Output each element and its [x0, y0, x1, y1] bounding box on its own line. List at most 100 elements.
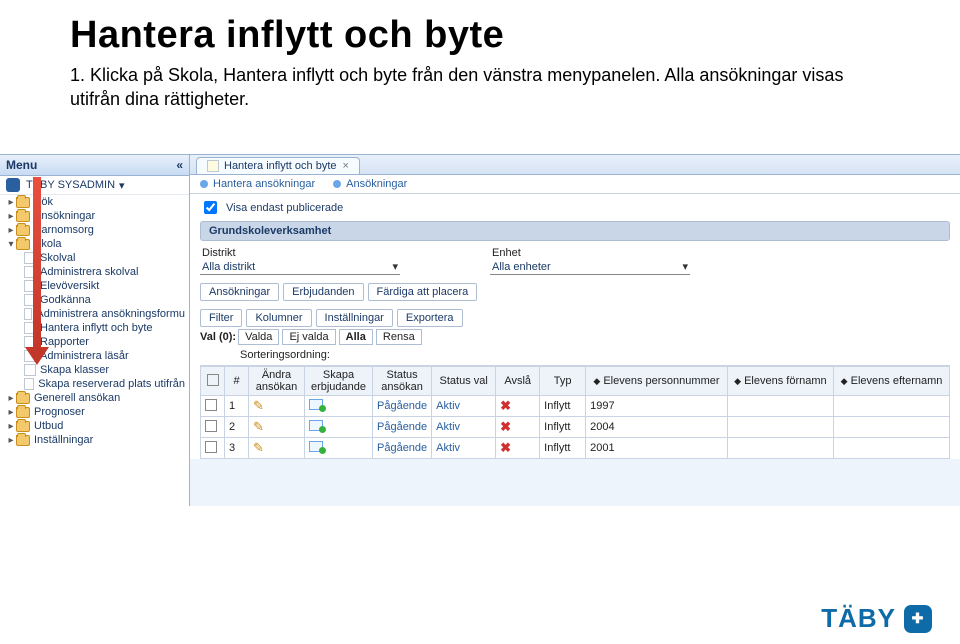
- nav-item[interactable]: ▸Utbud: [0, 419, 189, 433]
- nav-item[interactable]: Rapporter: [0, 335, 189, 349]
- reject-button[interactable]: ✖: [496, 438, 540, 459]
- row-checkbox[interactable]: [201, 438, 225, 459]
- reject-button[interactable]: ✖: [496, 417, 540, 438]
- checkbox-row: Visa endast publicerade: [200, 194, 950, 221]
- table-header-row: # Ändra ansökan Skapa erbjudande Status …: [201, 367, 950, 396]
- segment-button[interactable]: Färdiga att placera: [368, 283, 478, 301]
- nav-item[interactable]: ▸Sök: [0, 195, 189, 209]
- nav-item[interactable]: Administrera skolval: [0, 265, 189, 279]
- col-num[interactable]: #: [225, 367, 249, 396]
- subtab-hantera[interactable]: Hantera ansökningar: [200, 178, 315, 190]
- reject-button[interactable]: ✖: [496, 396, 540, 417]
- nav-item[interactable]: Godkänna: [0, 293, 189, 307]
- distrikt-dropdown[interactable]: Alla distrikt: [200, 259, 400, 275]
- segment-button[interactable]: Erbjudanden: [283, 283, 363, 301]
- nav-item[interactable]: Elevöversikt: [0, 279, 189, 293]
- dot-icon: [333, 180, 341, 188]
- nav-item[interactable]: ▸Ansökningar: [0, 209, 189, 223]
- collapse-icon[interactable]: «: [176, 158, 183, 172]
- col-statusval[interactable]: Status val: [432, 367, 496, 396]
- expand-icon: ▸: [6, 435, 16, 446]
- lname-cell: [834, 438, 950, 459]
- status-cell[interactable]: Pågående: [373, 396, 432, 417]
- nav-item[interactable]: Administrera ansökningsformu: [0, 307, 189, 321]
- offer-button[interactable]: [305, 438, 373, 459]
- tab-icon: [207, 160, 219, 172]
- toolbar-button[interactable]: Exportera: [397, 309, 463, 327]
- col-offer[interactable]: Skapa erbjudande: [305, 367, 373, 396]
- val-option[interactable]: Ej valda: [282, 329, 335, 345]
- offer-button[interactable]: [305, 396, 373, 417]
- nav-item[interactable]: ▾Skola: [0, 237, 189, 251]
- segment-button[interactable]: Ansökningar: [200, 283, 279, 301]
- nav-item[interactable]: Skapa reserverad plats utifrån: [0, 377, 189, 391]
- nav-label: Skolval: [40, 252, 75, 264]
- nav-label: Administrera skolval: [40, 266, 138, 278]
- user-row[interactable]: TÄBY SYSADMIN: [0, 176, 189, 195]
- col-pnr[interactable]: ◆ Elevens personnummer: [586, 367, 728, 396]
- pnr-cell: 2001: [586, 438, 728, 459]
- folder-icon: [16, 197, 30, 208]
- nav-item[interactable]: Skapa klasser: [0, 363, 189, 377]
- col-status[interactable]: Status ansökan: [373, 367, 432, 396]
- menu-title: Menu: [6, 158, 37, 172]
- x-icon: ✖: [500, 440, 511, 455]
- tab-close-icon[interactable]: ×: [343, 160, 349, 172]
- subtab-ansokningar[interactable]: Ansökningar: [333, 178, 407, 190]
- user-icon: [6, 178, 20, 192]
- edit-button[interactable]: ✎: [249, 438, 305, 459]
- folder-icon: [16, 239, 30, 250]
- nav-item[interactable]: Administrera läsår: [0, 349, 189, 363]
- toolbar-button[interactable]: Inställningar: [316, 309, 393, 327]
- toolbar-button[interactable]: Kolumner: [246, 309, 311, 327]
- nav-item[interactable]: ▸Generell ansökan: [0, 391, 189, 405]
- folder-icon: [16, 393, 30, 404]
- status-cell[interactable]: Pågående: [373, 438, 432, 459]
- form-area: Visa endast publicerade Grundskoleverksa…: [190, 194, 960, 459]
- nav-label: Skapa klasser: [40, 364, 109, 376]
- statusval-cell[interactable]: Aktiv: [432, 438, 496, 459]
- nav-item[interactable]: Hantera inflytt och byte: [0, 321, 189, 335]
- col-fname[interactable]: ◆ Elevens förnamn: [727, 367, 833, 396]
- offer-button[interactable]: [305, 417, 373, 438]
- page-icon: [24, 350, 36, 362]
- menu-header: Menu «: [0, 155, 189, 176]
- typ-cell: Inflytt: [540, 438, 586, 459]
- folder-icon: [16, 421, 30, 432]
- edit-button[interactable]: ✎: [249, 396, 305, 417]
- val-option[interactable]: Rensa: [376, 329, 422, 345]
- typ-cell: Inflytt: [540, 396, 586, 417]
- subtab-label: Hantera ansökningar: [213, 178, 315, 190]
- tab-hantera-inflytt[interactable]: Hantera inflytt och byte ×: [196, 157, 360, 174]
- row-checkbox[interactable]: [201, 417, 225, 438]
- page-icon: [24, 378, 34, 390]
- enhet-dropdown[interactable]: Alla enheter: [490, 259, 690, 275]
- show-published-checkbox[interactable]: [204, 201, 217, 214]
- nav-item[interactable]: ▸Inställningar: [0, 433, 189, 447]
- nav-label: Skapa reserverad plats utifrån: [38, 378, 185, 390]
- col-edit[interactable]: Ändra ansökan: [249, 367, 305, 396]
- status-cell[interactable]: Pågående: [373, 417, 432, 438]
- statusval-cell[interactable]: Aktiv: [432, 417, 496, 438]
- edit-button[interactable]: ✎: [249, 417, 305, 438]
- nav-label: Elevöversikt: [40, 280, 99, 292]
- subtab-label: Ansökningar: [346, 178, 407, 190]
- checkbox-label: Visa endast publicerade: [226, 202, 343, 214]
- segment-row-2: FilterKolumner InställningarExportera: [200, 301, 950, 327]
- pnr-cell: 2004: [586, 417, 728, 438]
- col-typ[interactable]: Typ: [540, 367, 586, 396]
- nav-item[interactable]: ▸Barnomsorg: [0, 223, 189, 237]
- col-reject[interactable]: Avslå: [496, 367, 540, 396]
- val-option[interactable]: Valda: [238, 329, 279, 345]
- toolbar-button[interactable]: Filter: [200, 309, 242, 327]
- val-option[interactable]: Alla: [339, 329, 373, 345]
- expand-icon: ▸: [6, 225, 16, 236]
- statusval-cell[interactable]: Aktiv: [432, 396, 496, 417]
- nav-item[interactable]: ▸Prognoser: [0, 405, 189, 419]
- row-checkbox[interactable]: [201, 396, 225, 417]
- col-checkbox[interactable]: [201, 367, 225, 396]
- nav-item[interactable]: Skolval: [0, 251, 189, 265]
- sub-tabs: Hantera ansökningar Ansökningar: [190, 175, 960, 194]
- col-lname[interactable]: ◆ Elevens efternamn: [834, 367, 950, 396]
- row-num: 1: [225, 396, 249, 417]
